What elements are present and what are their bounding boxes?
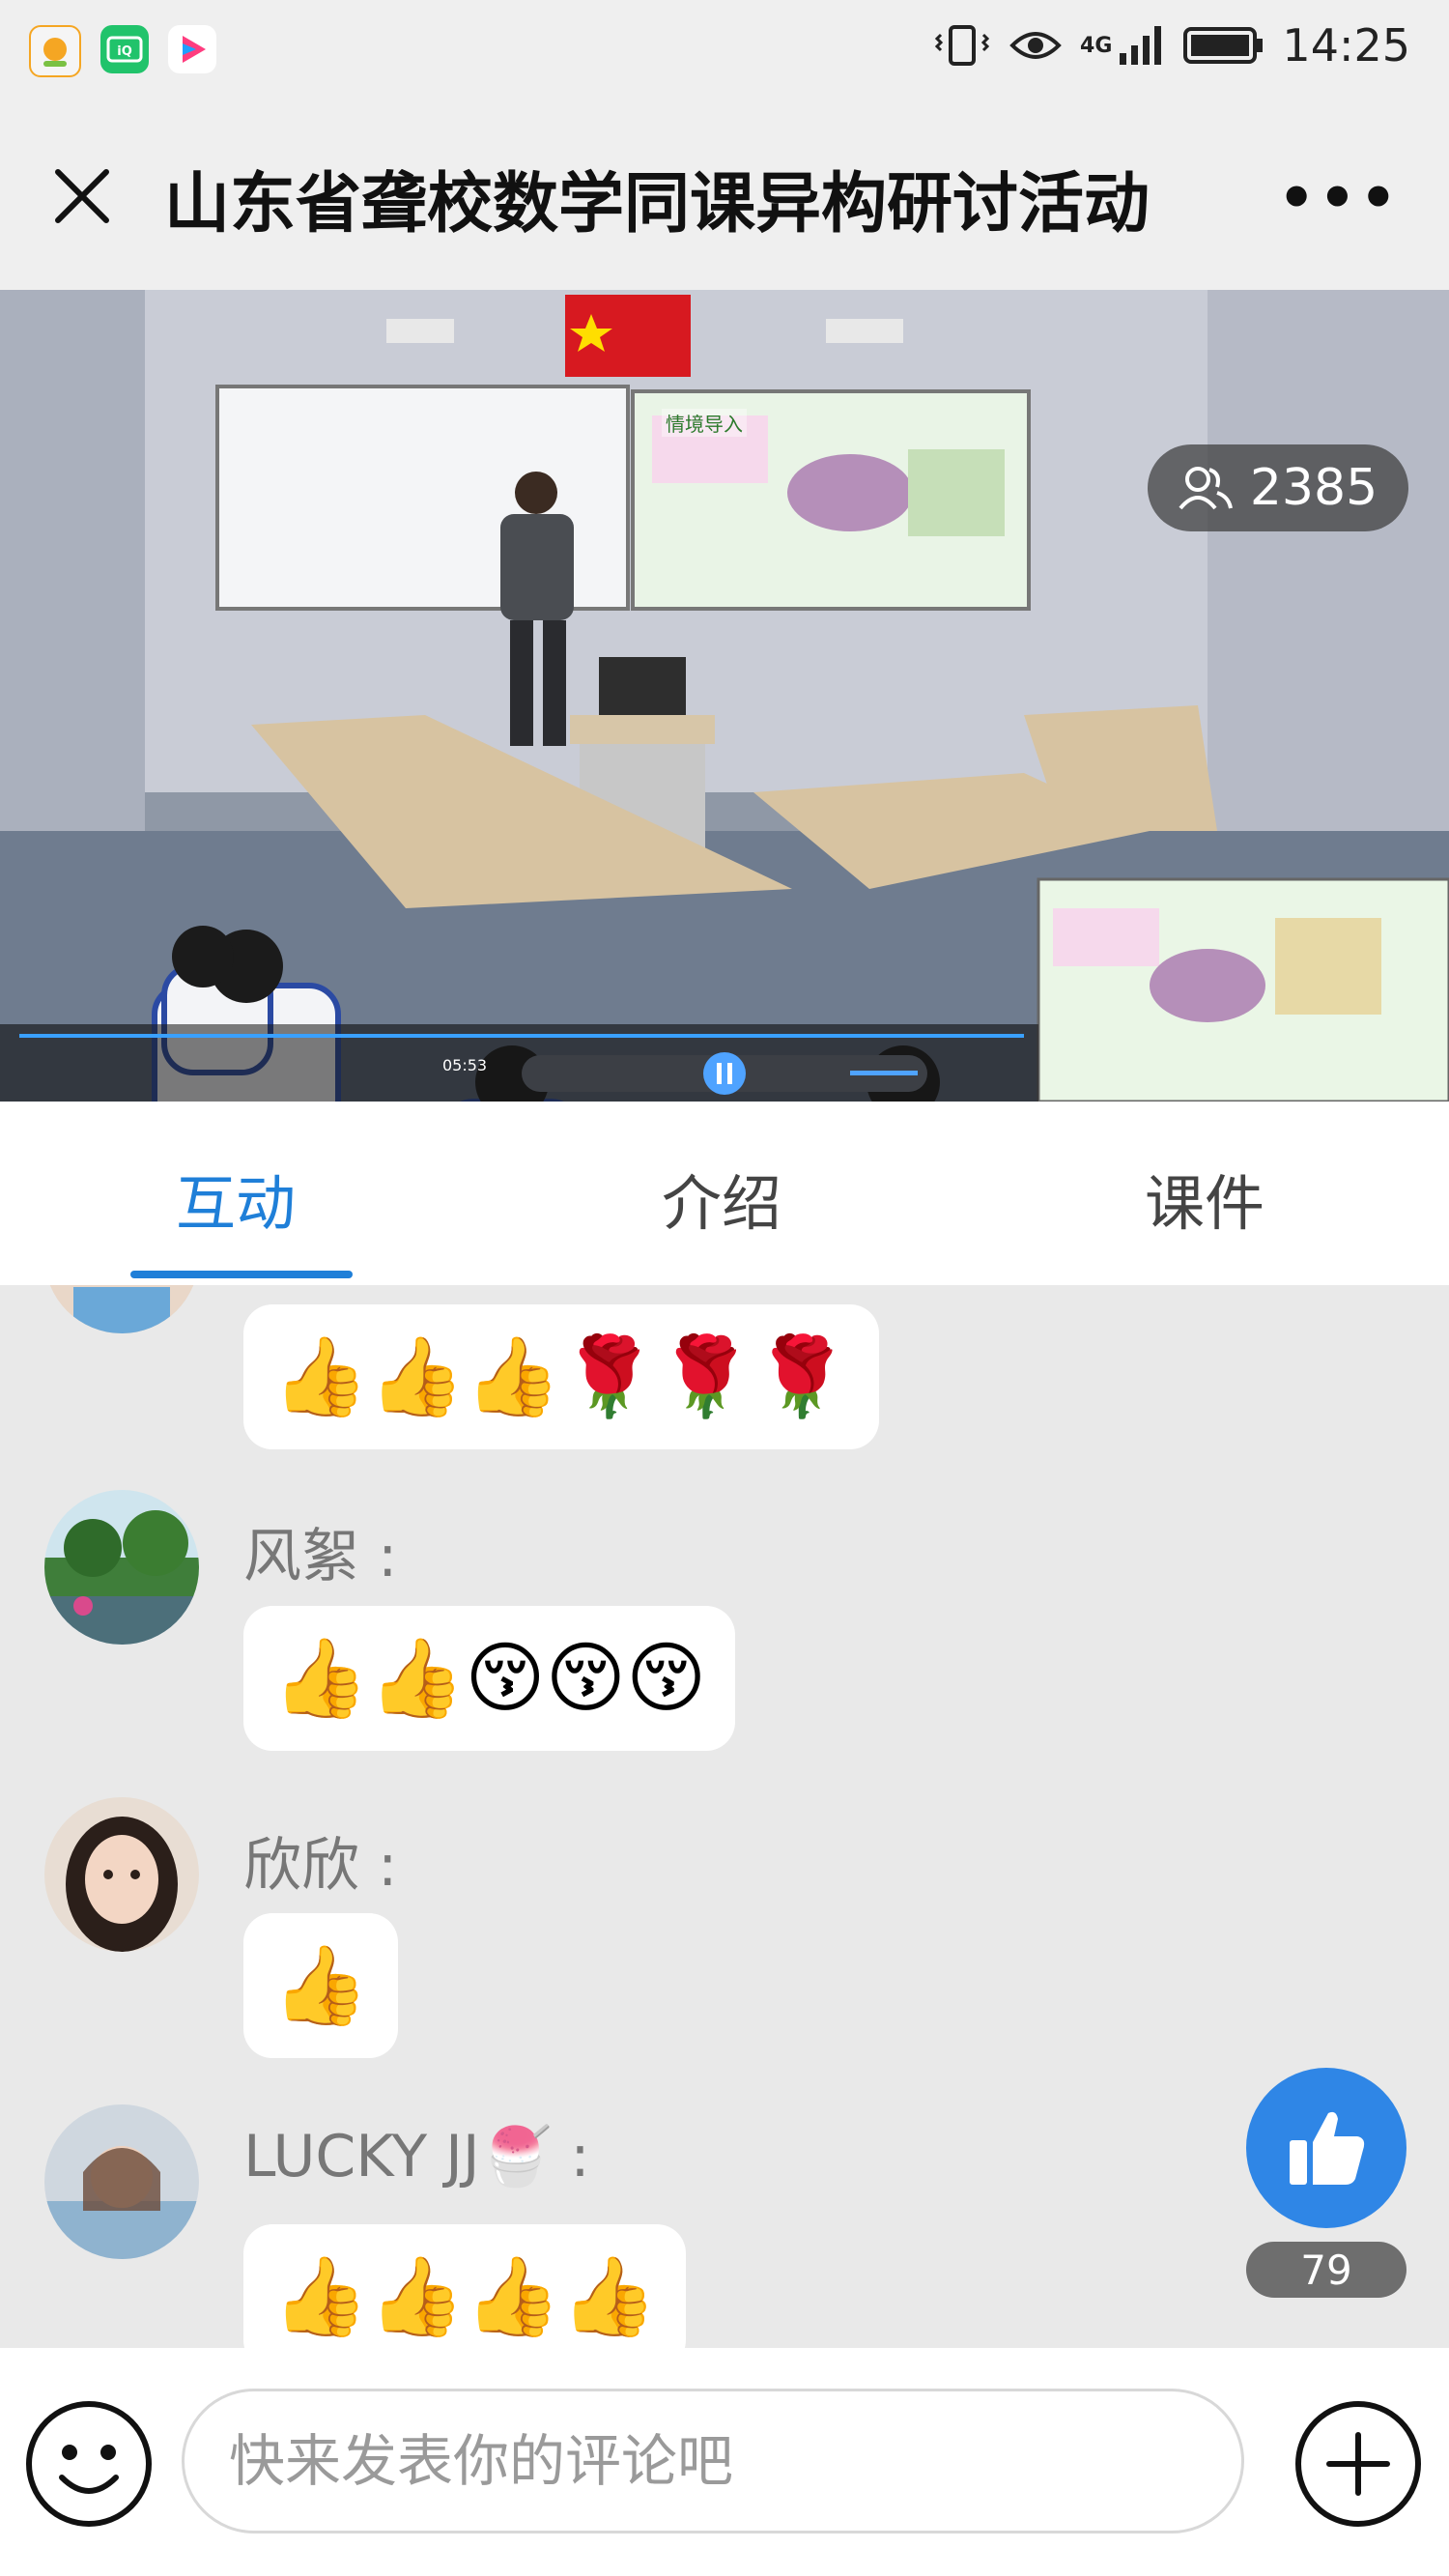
status-bar: iQ 4G 14:25	[0, 0, 1449, 97]
vibrate-icon	[934, 25, 990, 66]
viewer-count: 2385	[1249, 459, 1378, 517]
users-icon	[1179, 467, 1233, 510]
tab-courseware[interactable]: 课件	[1145, 1155, 1264, 1242]
eye-comfort-icon	[1009, 32, 1062, 59]
page-title: 山东省聋校数学同课异构研讨活动	[164, 166, 1151, 243]
tab-bar: 互动 介绍 课件	[0, 1102, 1449, 1285]
notification-app-icons: iQ	[29, 25, 216, 77]
avatar[interactable]	[44, 1797, 199, 1952]
comment-emojis: 👍	[272, 1940, 369, 2030]
tab-interaction[interactable]: 互动	[176, 1155, 296, 1242]
title-bar: 山东省聋校数学同课异构研讨活动 •••	[0, 97, 1449, 290]
comment-bubble: 👍	[243, 1913, 398, 2058]
comment-list[interactable]: 👍👍👍🌹🌹🌹 风絮 : 👍👍😚😚😚 欣欣 : 👍 LUCKY JJ🍧 : 👍👍👍…	[0, 1285, 1449, 2348]
svg-text:iQ: iQ	[117, 44, 132, 59]
comment-input[interactable]	[182, 2389, 1244, 2533]
add-button[interactable]	[1291, 2396, 1426, 2532]
commenter-name: LUCKY JJ🍧 :	[243, 2123, 590, 2190]
smiley-icon	[26, 2401, 152, 2527]
commenter-name: 欣欣 :	[243, 1832, 398, 1900]
comment-bubble: 👍👍👍👍	[243, 2224, 687, 2348]
comment-bubble: 👍👍👍🌹🌹🌹	[243, 1304, 879, 1449]
comment-emojis: 👍👍😚😚😚	[272, 1633, 707, 1723]
comment-emojis: 👍👍👍👍	[272, 2251, 658, 2341]
playback-time: 05:53	[442, 1056, 488, 1074]
thumbs-up-icon	[1290, 2111, 1365, 2185]
comment-emojis: 👍👍👍🌹🌹🌹	[272, 1331, 850, 1421]
emoji-button[interactable]	[21, 2396, 156, 2532]
youku-icon	[168, 25, 216, 73]
commenter-name: 风絮 :	[243, 1523, 398, 1590]
close-icon	[55, 169, 109, 223]
clock: 14:25	[1282, 19, 1410, 72]
avatar[interactable]	[44, 1285, 199, 1333]
slide-title: 情境导入	[662, 409, 747, 437]
plus-icon	[1295, 2401, 1421, 2527]
iqiyi-icon: iQ	[100, 25, 149, 73]
avatar[interactable]	[44, 1490, 199, 1645]
like-count: 79	[1246, 2242, 1406, 2298]
network-type: 4G	[1080, 33, 1113, 58]
close-button[interactable]	[39, 153, 126, 240]
signal-icon	[1120, 26, 1162, 65]
live-video-player[interactable]: 05:53 情境导入 2385	[0, 290, 1449, 1102]
viewer-count-badge: 2385	[1148, 444, 1408, 531]
battery-icon	[1183, 27, 1264, 64]
comment-bubble: 👍👍😚😚😚	[243, 1606, 736, 1751]
tab-introduction[interactable]: 介绍	[662, 1155, 781, 1242]
comment-composer	[0, 2348, 1449, 2576]
avatar[interactable]	[44, 2104, 199, 2259]
app-notification-icon	[29, 25, 81, 77]
like-button[interactable]	[1246, 2068, 1406, 2228]
status-indicators: 4G 14:25	[933, 19, 1410, 72]
more-options-button[interactable]: •••	[1278, 164, 1401, 232]
active-tab-indicator	[130, 1271, 353, 1278]
